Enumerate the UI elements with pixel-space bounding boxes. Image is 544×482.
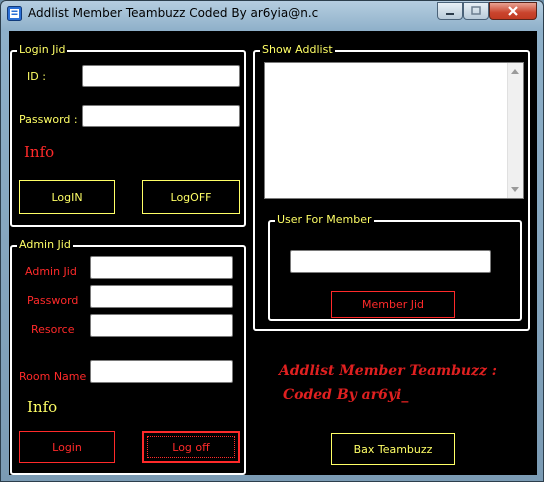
admin-info-text: Info [27,398,58,416]
scroll-up-icon[interactable] [511,69,519,74]
logoff-button[interactable]: LogOFF [142,180,240,214]
minimize-icon [446,13,454,15]
admin-password-label: Password [27,294,79,307]
bax-teambuzz-button[interactable]: Bax Teambuzz [331,433,455,465]
member-input[interactable] [290,250,491,273]
password-label: Password : [19,113,78,126]
admin-jid-label: Admin Jid [25,265,77,278]
admin-group-legend: Admin Jid [17,238,73,251]
addlist-scrollbar[interactable] [507,63,523,198]
admin-jid-input[interactable] [90,256,233,279]
admin-password-input[interactable] [90,285,233,308]
credit-line-1: Addlist Member Teambuzz : [279,363,497,379]
resorce-label: Resorce [31,323,75,336]
app-window: Addlist Member Teambuzz Coded By ar6yia@… [0,0,544,482]
room-name-input[interactable] [90,360,233,383]
close-button[interactable] [489,2,537,20]
addlist-listbox[interactable] [264,62,524,199]
resorce-input[interactable] [90,314,233,337]
maximize-icon [471,6,481,15]
title-bar[interactable]: Addlist Member Teambuzz Coded By ar6yia@… [1,1,543,29]
login-group-legend: Login Jid [17,43,68,56]
scroll-down-icon[interactable] [511,187,519,192]
id-input[interactable] [82,65,240,87]
window-title: Addlist Member Teambuzz Coded By ar6yia@… [28,6,319,20]
password-input[interactable] [82,105,240,127]
maximize-button[interactable] [463,2,489,20]
login-button[interactable]: LogIN [19,180,115,214]
id-label: ID : [27,70,46,83]
app-icon [7,6,22,21]
admin-login-button[interactable]: Login [19,431,115,463]
room-name-label: Room Name [19,370,87,383]
member-group-legend: User For Member [275,213,374,226]
login-info-text: Info [24,143,55,161]
close-icon [508,6,518,16]
credit-line-2: Coded By ar6yi_ [283,387,409,403]
member-jid-button[interactable]: Member Jid [331,291,455,318]
addlist-group-legend: Show Addlist [260,43,335,56]
client-area: Login Jid ID : Password : Info LogIN Log… [9,31,537,475]
admin-logoff-button[interactable]: Log off [142,431,240,463]
minimize-button[interactable] [437,2,463,20]
